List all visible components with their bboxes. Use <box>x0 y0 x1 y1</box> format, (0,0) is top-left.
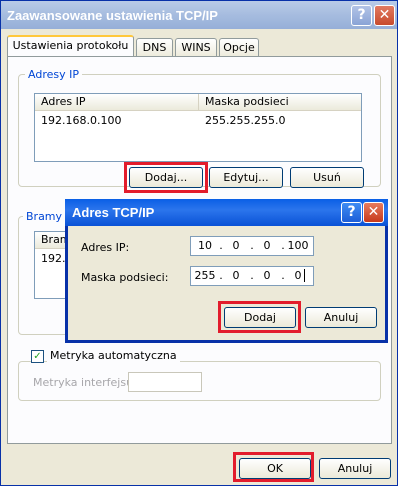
ip-addresses-group-label: Adresy IP <box>25 68 82 81</box>
ip-address-label: Adres IP: <box>81 241 130 254</box>
mask-octet-3[interactable]: 0 <box>255 267 279 285</box>
ip-octet-4[interactable]: 100 <box>286 237 310 255</box>
dialog-cancel-button[interactable]: Anuluj <box>305 307 377 328</box>
dialog-title: Adres TCP/IP <box>72 205 155 220</box>
dialog-help-button[interactable]: ? <box>341 202 362 223</box>
close-icon: ✕ <box>367 204 380 220</box>
question-icon: ? <box>347 204 356 220</box>
ip-row-address[interactable]: 192.168.0.100 <box>41 114 121 127</box>
tab-label: DNS <box>142 41 167 54</box>
mask-octet-2[interactable]: 0 <box>224 267 248 285</box>
column-header-mask[interactable]: Maska podsieci <box>199 94 361 111</box>
ip-row-mask[interactable]: 255.255.255.0 <box>205 114 285 127</box>
ip-octet-3[interactable]: 0 <box>255 237 279 255</box>
tab-options[interactable]: Opcje <box>219 38 259 58</box>
close-icon: ✕ <box>378 7 391 23</box>
window-title: Zaawansowane ustawienia TCP/IP <box>7 8 218 23</box>
column-header-ip[interactable]: Adres IP <box>35 94 199 111</box>
help-button[interactable]: ? <box>351 5 372 26</box>
window-titlebar[interactable]: Zaawansowane ustawienia TCP/IP ? ✕ <box>1 1 397 29</box>
edit-ip-button[interactable]: Edytuj... <box>209 167 283 188</box>
tcpip-address-dialog: Adres TCP/IP ? ✕ Adres IP: 10 . 0 . 0 . … <box>65 199 388 343</box>
highlight-add-ip <box>124 162 208 193</box>
interface-metric-input[interactable] <box>128 372 202 392</box>
tab-label: Opcje <box>223 41 255 54</box>
mask-octet-1[interactable]: 255 <box>193 267 217 285</box>
dialog-titlebar[interactable]: Adres TCP/IP ? ✕ <box>65 199 388 226</box>
dialog-close-button[interactable]: ✕ <box>363 202 384 223</box>
subnet-mask-input[interactable]: 255 . 0 . 0 . 0 <box>190 266 314 286</box>
interface-metric-label: Metryka interfejsu: <box>33 376 137 389</box>
question-icon: ? <box>357 7 366 23</box>
cancel-button[interactable]: Anuluj <box>319 458 391 479</box>
mask-octet-4[interactable]: 0 <box>286 267 310 285</box>
highlight-dialog-add <box>218 301 301 333</box>
auto-metric-checkbox[interactable]: ✓ <box>31 350 44 363</box>
ip-address-list[interactable]: Adres IP Maska podsieci 192.168.0.100 25… <box>34 93 362 162</box>
tab-dns[interactable]: DNS <box>136 38 173 58</box>
ip-octet-2[interactable]: 0 <box>224 237 248 255</box>
tab-wins[interactable]: WINS <box>175 38 217 58</box>
tab-ip-settings[interactable]: Ustawienia protokołu IP <box>7 35 134 70</box>
highlight-ok <box>233 452 314 482</box>
ip-address-input[interactable]: 10 . 0 . 0 . 100 <box>190 236 314 256</box>
ip-octet-1[interactable]: 10 <box>193 237 217 255</box>
tab-label: WINS <box>181 41 211 54</box>
subnet-mask-label: Maska podsieci: <box>81 271 169 284</box>
close-button[interactable]: ✕ <box>374 5 395 26</box>
text-cursor <box>304 269 305 282</box>
auto-metric-label: Metryka automatyczna <box>47 349 180 362</box>
remove-ip-button[interactable]: Usuń <box>290 167 364 188</box>
